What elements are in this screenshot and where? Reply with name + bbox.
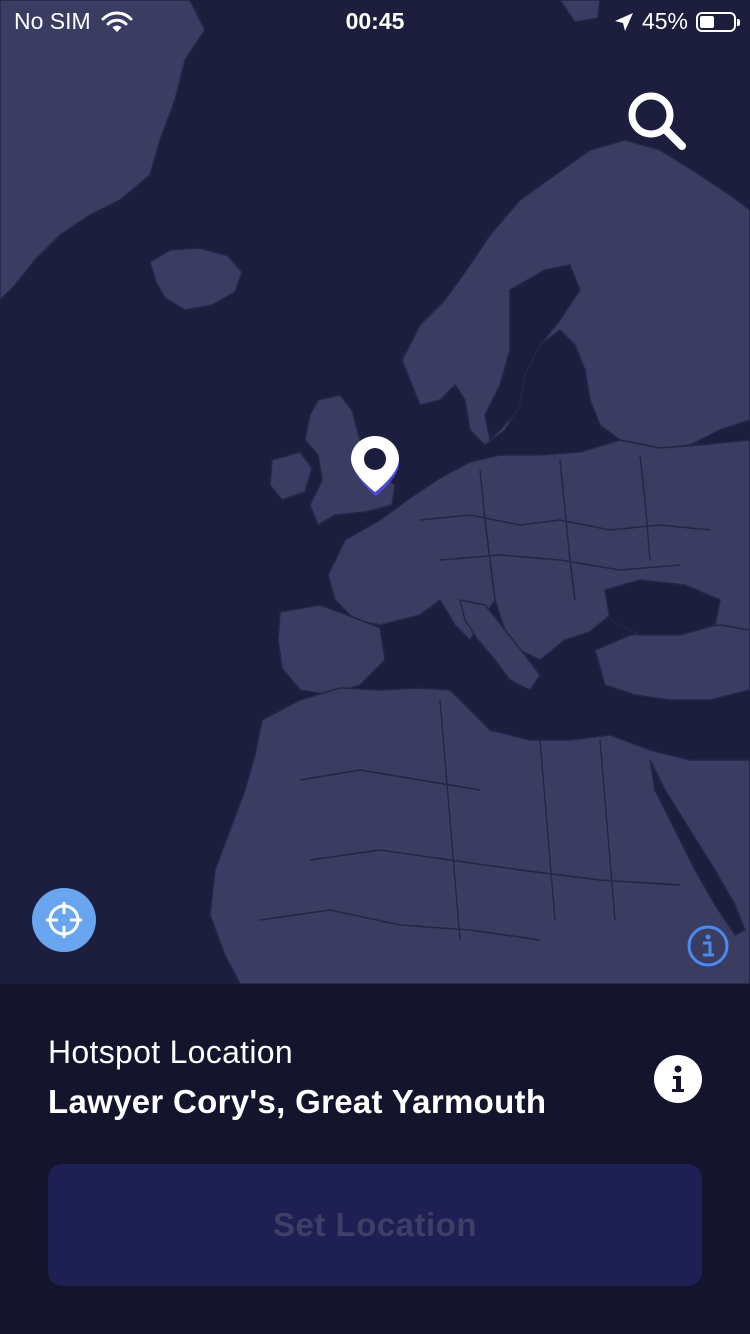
info-icon [672,1065,684,1092]
battery-tip [737,18,740,26]
location-pin-icon[interactable] [348,434,404,500]
set-location-button[interactable]: Set Location [48,1164,702,1286]
locate-me-button[interactable] [32,888,96,952]
search-button[interactable] [624,88,688,152]
info-icon [687,925,729,967]
search-icon [628,92,686,150]
map-info-button[interactable] [686,924,730,968]
hotspot-location-name: Lawyer Cory's, Great Yarmouth [48,1083,547,1120]
status-bar: No SIM 00:45 45% [0,0,750,42]
status-right: 45% [614,8,740,35]
location-arrow-icon [614,12,633,31]
map-view[interactable] [0,0,750,984]
crosshair-icon [46,902,82,938]
battery-percent: 45% [641,8,688,34]
hotspot-location-label: Hotspot Location [48,1034,293,1070]
battery-level [700,15,714,28]
battery-icon [696,11,740,32]
location-info-button[interactable] [654,1055,702,1103]
screen: No SIM 00:45 45% Hotspot Location Lawyer… [0,0,750,1334]
